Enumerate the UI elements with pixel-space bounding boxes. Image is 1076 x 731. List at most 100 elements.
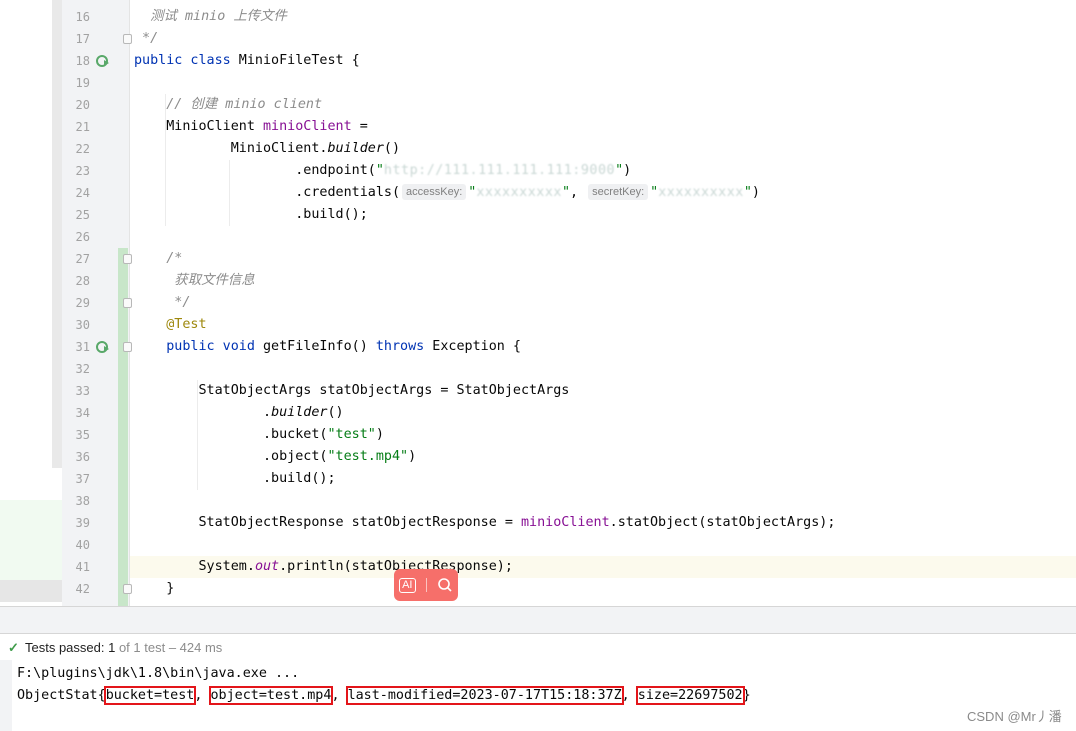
console-output[interactable]: F:\plugins\jdk\1.8\bin\java.exe ... Obje…	[0, 660, 1076, 731]
line-number[interactable]: 38	[62, 490, 90, 512]
line-number[interactable]: 28	[62, 270, 90, 292]
code-text[interactable]: public class MinioFileTest {	[134, 50, 360, 72]
line-number[interactable]: 39	[62, 512, 90, 534]
code-line[interactable]: 17 */	[0, 28, 1076, 50]
search-icon[interactable]	[437, 577, 453, 593]
line-number[interactable]: 20	[62, 94, 90, 116]
code-line[interactable]: 19	[0, 72, 1076, 94]
code-text[interactable]: public void getFileInfo() throws Excepti…	[134, 336, 521, 358]
test-status-bar: ✓ Tests passed: 1 of 1 test – 424 ms	[0, 636, 1076, 660]
code-text[interactable]: MinioClient.builder()	[134, 138, 400, 160]
tests-passed-label: Tests passed:	[25, 640, 109, 655]
code-line[interactable]: 29 */	[0, 292, 1076, 314]
console-result-line: ObjectStat{bucket=test, object=test.mp4,…	[17, 685, 751, 707]
code-text[interactable]: /*	[134, 248, 182, 270]
code-line[interactable]: 38	[0, 490, 1076, 512]
line-number[interactable]: 40	[62, 534, 90, 556]
line-number[interactable]: 19	[62, 72, 90, 94]
line-number[interactable]: 21	[62, 116, 90, 138]
code-token: out	[254, 559, 280, 574]
code-line[interactable]: 42 }	[0, 578, 1076, 600]
fold-marker[interactable]	[123, 298, 132, 308]
line-number[interactable]: 42	[62, 578, 90, 600]
code-line[interactable]: 31 public void getFileInfo() throws Exce…	[0, 336, 1076, 358]
line-number[interactable]: 34	[62, 402, 90, 424]
code-text[interactable]: .bucket("test")	[134, 424, 384, 446]
line-number[interactable]: 18	[62, 50, 90, 72]
code-token: ()	[327, 405, 344, 420]
line-number[interactable]: 33	[62, 380, 90, 402]
code-text[interactable]: */	[134, 292, 190, 314]
line-number[interactable]: 41	[62, 556, 90, 578]
code-text[interactable]: StatObjectResponse statObjectResponse = …	[134, 512, 835, 534]
parameter-hint: accessKey:	[402, 184, 467, 200]
line-number[interactable]: 36	[62, 446, 90, 468]
run-test-icon[interactable]	[96, 340, 110, 354]
fold-marker[interactable]	[123, 34, 132, 44]
code-line[interactable]: 41 System.out.println(statObjectResponse…	[0, 556, 1076, 578]
ai-icon[interactable]: AI	[399, 577, 416, 593]
line-number[interactable]: 24	[62, 182, 90, 204]
line-number[interactable]: 26	[62, 226, 90, 248]
code-line[interactable]: 36 .object("test.mp4")	[0, 446, 1076, 468]
code-text[interactable]: StatObjectArgs statObjectArgs = StatObje…	[134, 380, 569, 402]
code-text[interactable]: 测试 minio 上传文件	[134, 6, 287, 28]
code-text[interactable]: 获取文件信息	[134, 270, 254, 292]
code-text[interactable]: .build();	[134, 204, 368, 226]
code-line[interactable]: 23 .endpoint("http://111.111.111.111:900…	[0, 160, 1076, 182]
code-line[interactable]: 30 @Test	[0, 314, 1076, 336]
floating-toolbar[interactable]: AI	[394, 569, 458, 601]
code-line[interactable]: 27 /*	[0, 248, 1076, 270]
code-line[interactable]: 16 测试 minio 上传文件	[0, 6, 1076, 28]
code-line[interactable]: 24 .credentials(accessKey: "xxxxxxxxxx", …	[0, 182, 1076, 204]
code-text[interactable]: // 创建 minio client	[134, 94, 322, 116]
code-text[interactable]: */	[134, 28, 158, 50]
code-line[interactable]: 35 .bucket("test")	[0, 424, 1076, 446]
code-line[interactable]: 22 MinioClient.builder()	[0, 138, 1076, 160]
line-number[interactable]: 37	[62, 468, 90, 490]
fold-marker[interactable]	[123, 584, 132, 594]
toolbar-separator	[425, 578, 427, 592]
code-text[interactable]: .endpoint("http://111.111.111.111:9000")	[134, 160, 631, 182]
fold-marker[interactable]	[123, 254, 132, 264]
code-text[interactable]: .object("test.mp4")	[134, 446, 416, 468]
code-line[interactable]: 20 // 创建 minio client	[0, 94, 1076, 116]
code-line[interactable]: 40	[0, 534, 1076, 556]
code-line[interactable]: 39 StatObjectResponse statObjectResponse…	[0, 512, 1076, 534]
code-token: builder	[327, 141, 384, 156]
line-number[interactable]: 35	[62, 424, 90, 446]
code-line[interactable]: 21 MinioClient minioClient =	[0, 116, 1076, 138]
code-text[interactable]: MinioClient minioClient =	[134, 116, 368, 138]
line-number[interactable]: 30	[62, 314, 90, 336]
code-token: "	[650, 185, 659, 200]
code-editor[interactable]: 16 测试 minio 上传文件 17 */18 public class Mini…	[0, 0, 1076, 606]
line-number[interactable]: 23	[62, 160, 90, 182]
run-test-icon[interactable]	[96, 54, 110, 68]
line-number[interactable]: 27	[62, 248, 90, 270]
code-token: .build();	[134, 471, 336, 486]
line-number[interactable]: 16	[62, 6, 90, 28]
code-text[interactable]: }	[134, 578, 174, 600]
code-text[interactable]: .credentials(accessKey: "xxxxxxxxxx", sec…	[134, 182, 760, 204]
line-number[interactable]: 29	[62, 292, 90, 314]
code-line[interactable]: 33 StatObjectArgs statObjectArgs = StatO…	[0, 380, 1076, 402]
code-line[interactable]: 28 获取文件信息	[0, 270, 1076, 292]
panel-divider[interactable]	[0, 606, 1076, 634]
code-text[interactable]: .build();	[134, 468, 336, 490]
line-number[interactable]: 25	[62, 204, 90, 226]
code-line[interactable]: 32	[0, 358, 1076, 380]
code-line[interactable]: 34 .builder()	[0, 402, 1076, 424]
code-line[interactable]: 37 .build();	[0, 468, 1076, 490]
code-text[interactable]: @Test	[134, 314, 206, 336]
code-token: http://111.111.111.111:9000	[383, 163, 616, 178]
code-text[interactable]: .builder()	[134, 402, 344, 424]
line-number[interactable]: 22	[62, 138, 90, 160]
fold-marker[interactable]	[123, 342, 132, 352]
line-number[interactable]: 31	[62, 336, 90, 358]
code-line[interactable]: 25 .build();	[0, 204, 1076, 226]
code-line[interactable]: 26	[0, 226, 1076, 248]
code-token: .endpoint(	[134, 163, 376, 178]
line-number[interactable]: 17	[62, 28, 90, 50]
line-number[interactable]: 32	[62, 358, 90, 380]
code-line[interactable]: 18 public class MinioFileTest {	[0, 50, 1076, 72]
